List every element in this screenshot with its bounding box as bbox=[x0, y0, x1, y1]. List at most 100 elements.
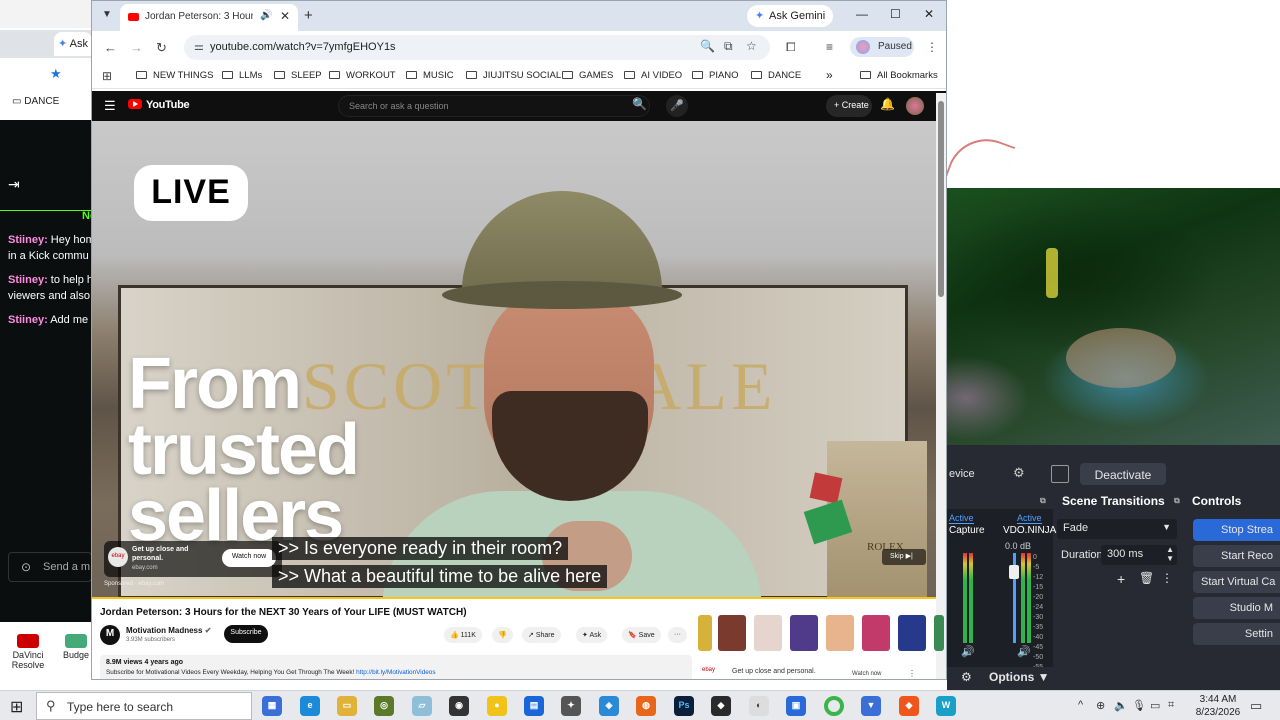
create-button[interactable]: + Create bbox=[826, 95, 872, 117]
gear-icon[interactable]: ⚙ bbox=[1013, 465, 1031, 483]
microphone-icon[interactable]: 🎙 bbox=[1132, 699, 1146, 712]
options-dropdown[interactable]: Options ▼ bbox=[989, 670, 1050, 684]
app-icon[interactable]: ◐ bbox=[749, 696, 769, 716]
related-thumbnail[interactable] bbox=[754, 615, 782, 651]
notifications-icon[interactable]: ▭ bbox=[1250, 698, 1262, 714]
app-icon[interactable]: ◈ bbox=[599, 696, 619, 716]
background-bookmark[interactable]: ▭ DANCE bbox=[0, 92, 92, 116]
taskbar-search-input[interactable]: ⚲ Type here to search bbox=[36, 692, 252, 720]
transition-select[interactable]: Fade ▼ bbox=[1057, 519, 1177, 539]
speaker-icon[interactable]: 🔊 bbox=[1017, 645, 1031, 658]
related-thumbnail[interactable] bbox=[698, 615, 712, 651]
related-thumbnail[interactable] bbox=[790, 615, 818, 651]
brave-icon[interactable]: ◆ bbox=[899, 696, 919, 716]
tab-search-icon[interactable]: ▼ bbox=[102, 9, 112, 20]
channel-avatar[interactable]: M bbox=[100, 625, 120, 645]
bookmark-llms[interactable]: LLMs bbox=[222, 70, 262, 81]
desktop-icon-budget[interactable]: Budge bbox=[60, 634, 92, 660]
maximize-button[interactable]: ☐ bbox=[890, 7, 901, 21]
search-icon[interactable]: 🔍 bbox=[632, 97, 647, 111]
trash-icon[interactable]: 🗑 bbox=[1139, 571, 1154, 585]
skip-ad-button[interactable]: Skip ▶| bbox=[882, 549, 926, 565]
related-thumbnail[interactable] bbox=[862, 615, 890, 651]
app-icon[interactable]: ✦ bbox=[561, 696, 581, 716]
save-button[interactable]: 🔖 Save bbox=[622, 627, 661, 643]
audio-icon[interactable]: 🔊 bbox=[260, 10, 272, 21]
bookmark-sleep[interactable]: SLEEP bbox=[274, 70, 322, 81]
mixer-source[interactable]: Capture bbox=[949, 525, 985, 536]
avatar[interactable] bbox=[906, 97, 924, 115]
app-icon[interactable]: ▱ bbox=[412, 696, 432, 716]
tray-app-icon[interactable]: ⊕ bbox=[1096, 699, 1105, 712]
speaker-icon[interactable]: 🔊 bbox=[961, 645, 975, 658]
settings-button[interactable]: Settin bbox=[1193, 623, 1280, 645]
forward-icon[interactable]: → bbox=[130, 40, 143, 55]
description-box[interactable]: 8.9M views 4 years ago Subscribe for Mot… bbox=[100, 655, 692, 679]
dislike-button[interactable]: 👎 bbox=[492, 627, 513, 643]
chrome-icon[interactable] bbox=[824, 696, 844, 716]
bookmark-new-things[interactable]: NEW THINGS bbox=[136, 70, 214, 81]
stop-streaming-button[interactable]: Stop Strea bbox=[1193, 519, 1280, 541]
menu-icon[interactable]: ⋮ bbox=[926, 40, 938, 54]
filters-icon[interactable] bbox=[1051, 465, 1069, 483]
photoshop-icon[interactable]: Ps bbox=[674, 696, 694, 716]
battery-icon[interactable]: ▭ bbox=[1150, 699, 1160, 712]
start-virtual-camera-button[interactable]: Start Virtual Ca bbox=[1193, 571, 1280, 593]
add-transition-icon[interactable]: + bbox=[1117, 571, 1125, 587]
bookmarks-overflow-icon[interactable]: » bbox=[826, 68, 833, 82]
scrollbar-thumb[interactable] bbox=[938, 101, 944, 297]
url-text[interactable]: youtube.com/watch?v=7ymfgEHOY1s bbox=[210, 41, 396, 53]
bookmark-games[interactable]: GAMES bbox=[562, 70, 613, 81]
related-thumbnail[interactable] bbox=[718, 615, 746, 651]
sidebar-ad[interactable]: ebay Get up close and personal. Watch no… bbox=[698, 659, 930, 679]
more-icon[interactable]: ⋮ bbox=[908, 669, 916, 678]
subscribe-button[interactable]: Subscribe bbox=[224, 625, 268, 643]
network-icon[interactable]: ⌗ bbox=[1168, 699, 1174, 712]
davinci-icon[interactable]: ◆ bbox=[711, 696, 731, 716]
channel-name[interactable]: Motivation Madness ✔ bbox=[126, 626, 211, 635]
ad-domain[interactable]: ebay.com bbox=[138, 581, 164, 587]
chat-username[interactable]: Stiiney: bbox=[8, 314, 48, 326]
bookmark-dance[interactable]: DANCE bbox=[751, 70, 801, 81]
zoom-icon[interactable]: 🔍 bbox=[700, 39, 715, 53]
bookmark-workout[interactable]: WORKOUT bbox=[329, 70, 396, 81]
obs-icon[interactable]: ◉ bbox=[449, 696, 469, 716]
related-thumbnail[interactable] bbox=[934, 615, 944, 651]
task-view-icon[interactable]: ▦ bbox=[262, 696, 282, 716]
duration-input[interactable]: 300 ms ▲ ▼ bbox=[1101, 545, 1177, 565]
like-button[interactable]: 👍 111K bbox=[444, 627, 482, 643]
related-thumbnail[interactable] bbox=[826, 615, 854, 651]
clock[interactable]: 3:44 AM 8/23/2026 bbox=[1192, 693, 1244, 719]
app-icon[interactable]: W bbox=[936, 696, 956, 716]
site-info-icon[interactable]: ⚌ bbox=[194, 40, 204, 53]
studio-mode-button[interactable]: Studio M bbox=[1193, 597, 1280, 619]
firefox-icon[interactable]: ◍ bbox=[636, 696, 656, 716]
bookmark-star-icon[interactable]: ☆ bbox=[746, 39, 757, 53]
start-recording-button[interactable]: Start Reco bbox=[1193, 545, 1280, 567]
reading-list-icon[interactable]: ≡ bbox=[826, 40, 833, 54]
tab-youtube[interactable]: Jordan Peterson: 3 Hours fo 🔊 ✕ bbox=[120, 4, 298, 31]
volume-fader-knob[interactable] bbox=[1009, 565, 1019, 579]
install-app-icon[interactable]: ⧉ bbox=[724, 39, 733, 54]
bookmark-ai-video[interactable]: AI VIDEO bbox=[624, 70, 682, 81]
bookmark-jiujitsu-social[interactable]: JIUJITSU SOCIAL bbox=[466, 70, 561, 81]
profile-button[interactable]: Paused bbox=[850, 37, 914, 57]
spinner-icon[interactable]: ▲ ▼ bbox=[1166, 545, 1174, 563]
address-bar[interactable]: ⚌ youtube.com/watch?v=7ymfgEHOY1s 🔍 ⧉ ☆ bbox=[184, 35, 770, 60]
star-icon[interactable]: ★ bbox=[50, 66, 62, 82]
reload-icon[interactable]: ↻ bbox=[156, 40, 167, 56]
ask-button[interactable]: ✦ Ask bbox=[576, 627, 608, 643]
microphone-icon[interactable]: 🎤 bbox=[666, 95, 688, 117]
youtube-search-input[interactable]: Search or ask a question bbox=[338, 95, 650, 117]
mixer-tab[interactable]: Active bbox=[949, 513, 974, 524]
notifications-bell-icon[interactable]: 🔔 bbox=[880, 97, 895, 111]
mixer-source[interactable]: VDO.NINJA bbox=[1003, 525, 1056, 536]
app-icon[interactable]: ▣ bbox=[786, 696, 806, 716]
apps-grid-icon[interactable]: ⊞ bbox=[102, 69, 112, 83]
ad-card[interactable]: ebay Get up close and personal. ebay.com… bbox=[104, 541, 282, 577]
edge-icon[interactable]: e bbox=[300, 696, 320, 716]
collapse-chat-icon[interactable]: ⇥ bbox=[8, 176, 20, 193]
emote-icon[interactable]: ⊙ bbox=[21, 560, 31, 574]
close-window-button[interactable]: ✕ bbox=[924, 7, 934, 21]
gear-icon[interactable]: ⚙ bbox=[961, 670, 972, 684]
